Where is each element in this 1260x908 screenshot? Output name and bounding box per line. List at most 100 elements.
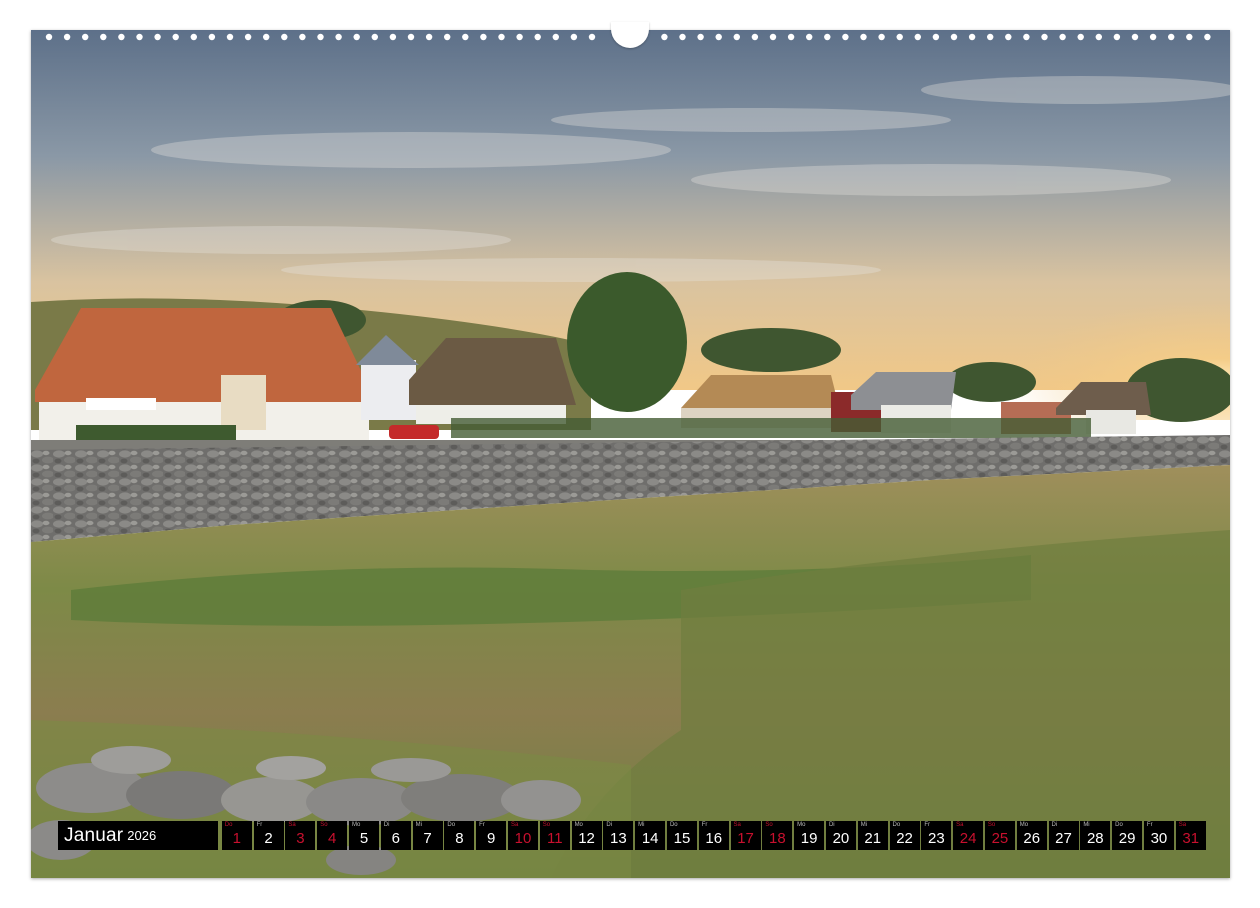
day-number: 12 [578, 830, 595, 847]
day-weekday: Mi [415, 822, 422, 828]
day-cell: Di 6 [380, 821, 411, 850]
day-number: 27 [1055, 830, 1072, 847]
day-weekday: So [765, 822, 773, 828]
day-cell: Sa 31 [1175, 821, 1206, 850]
day-weekday: Sa [956, 822, 964, 828]
day-weekday: Do [1115, 822, 1123, 828]
day-weekday: Sa [733, 822, 741, 828]
day-weekday: Mi [638, 822, 645, 828]
day-number: 16 [705, 830, 723, 847]
day-cell: Fr 23 [921, 821, 952, 850]
day-cell: Do 15 [666, 821, 697, 850]
day-weekday: So [320, 822, 328, 828]
day-cell: Fr 2 [253, 821, 284, 850]
day-number: 11 [546, 830, 563, 847]
day-number: 7 [423, 830, 432, 847]
day-number: 8 [455, 830, 464, 847]
day-weekday: Do [892, 822, 901, 828]
day-cells: Do 1 Fr 2 Sa 3 So 4 Mo 5 Di 6 Mi 7 Do 8 Fr 9 Sa 10 So 11 Mo 12 D… [220, 821, 1206, 850]
day-cell: Di 20 [825, 821, 856, 850]
day-weekday: Fr [701, 822, 708, 828]
day-cell: Mi 14 [635, 821, 666, 850]
day-weekday: Sa [510, 822, 519, 828]
day-number: 25 [991, 830, 1009, 847]
day-cell: So 11 [539, 821, 570, 850]
day-cell: Sa 17 [730, 821, 761, 850]
day-number: 31 [1182, 830, 1200, 847]
day-number: 1 [232, 830, 241, 847]
day-weekday: Fr [924, 822, 930, 828]
day-number: 2 [264, 830, 273, 847]
day-cell: Mi 21 [857, 821, 888, 850]
day-cell: So 4 [317, 821, 348, 850]
day-cell: Sa 24 [953, 821, 984, 850]
calendar-strip: Januar 2026 Do 1 Fr 2 Sa 3 So 4 Mo 5 Di 6 Mi 7 Do 8 Fr 9 S… [58, 821, 1206, 850]
day-weekday: Di [1051, 822, 1058, 828]
day-number: 5 [359, 830, 369, 847]
day-number: 21 [864, 830, 882, 847]
day-weekday: Do [669, 822, 678, 828]
day-number: 22 [896, 830, 913, 847]
day-cell: Di 27 [1048, 821, 1079, 850]
day-cell: So 18 [762, 821, 793, 850]
day-number: 17 [737, 830, 754, 847]
day-cell: Do 22 [889, 821, 920, 850]
day-cell: Mo 19 [794, 821, 825, 850]
day-number: 30 [1150, 830, 1168, 847]
day-cell: Fr 9 [476, 821, 507, 850]
day-number: 15 [673, 830, 691, 847]
day-number: 6 [391, 830, 400, 847]
day-number: 28 [1086, 830, 1104, 847]
month-year: 2026 [127, 828, 157, 843]
calendar-page: Januar 2026 Do 1 Fr 2 Sa 3 So 4 Mo 5 Di 6 Mi 7 Do 8 Fr 9 S… [0, 0, 1260, 908]
day-cell: Do 29 [1112, 821, 1143, 850]
day-weekday: So [987, 822, 996, 828]
day-number: 3 [296, 830, 305, 847]
day-weekday: Sa [1178, 822, 1187, 828]
day-weekday: Mo [1019, 822, 1029, 828]
day-weekday: Do [447, 822, 456, 828]
day-cell: Mi 28 [1080, 821, 1111, 850]
day-weekday: Mo [574, 822, 583, 828]
day-number: 13 [610, 830, 627, 847]
day-number: 18 [769, 830, 786, 847]
day-weekday: Mi [860, 822, 868, 828]
day-cell: Di 13 [603, 821, 634, 850]
day-cell: Mo 5 [348, 821, 379, 850]
day-weekday: Do [224, 822, 233, 828]
day-cell: Fr 16 [698, 821, 729, 850]
day-cell: Do 8 [444, 821, 475, 850]
day-weekday: Fr [1146, 822, 1153, 828]
day-weekday: Sa [288, 822, 296, 828]
day-weekday: Di [606, 822, 613, 828]
day-number: 10 [514, 830, 532, 847]
day-weekday: Di [383, 822, 390, 828]
landscape-photo [31, 30, 1230, 878]
day-weekday: So [542, 822, 551, 828]
day-number: 14 [641, 830, 659, 847]
day-number: 29 [1118, 830, 1136, 847]
day-cell: Mi 7 [412, 821, 443, 850]
day-weekday: Fr [256, 822, 263, 828]
day-cell: Do 1 [221, 821, 252, 850]
day-cell: Sa 3 [285, 821, 316, 850]
day-number: 9 [487, 830, 496, 847]
day-cell: Fr 30 [1143, 821, 1174, 850]
day-weekday: Di [828, 822, 835, 828]
day-number: 26 [1023, 830, 1041, 847]
day-cell: Mo 26 [1016, 821, 1047, 850]
day-number: 24 [959, 830, 977, 847]
day-number: 20 [832, 830, 850, 847]
day-cell: So 25 [984, 821, 1015, 850]
day-number: 19 [800, 830, 818, 847]
day-cell: Mo 12 [571, 821, 602, 850]
day-weekday: Mo [797, 822, 806, 828]
day-number: 4 [328, 830, 337, 847]
month-name: Januar [64, 824, 124, 846]
day-weekday: Mi [1083, 822, 1090, 828]
day-cell: Sa 10 [507, 821, 538, 850]
day-number: 23 [927, 830, 945, 847]
month-label: Januar 2026 [58, 821, 218, 850]
day-weekday: Mo [351, 822, 361, 828]
day-weekday: Fr [479, 822, 485, 828]
